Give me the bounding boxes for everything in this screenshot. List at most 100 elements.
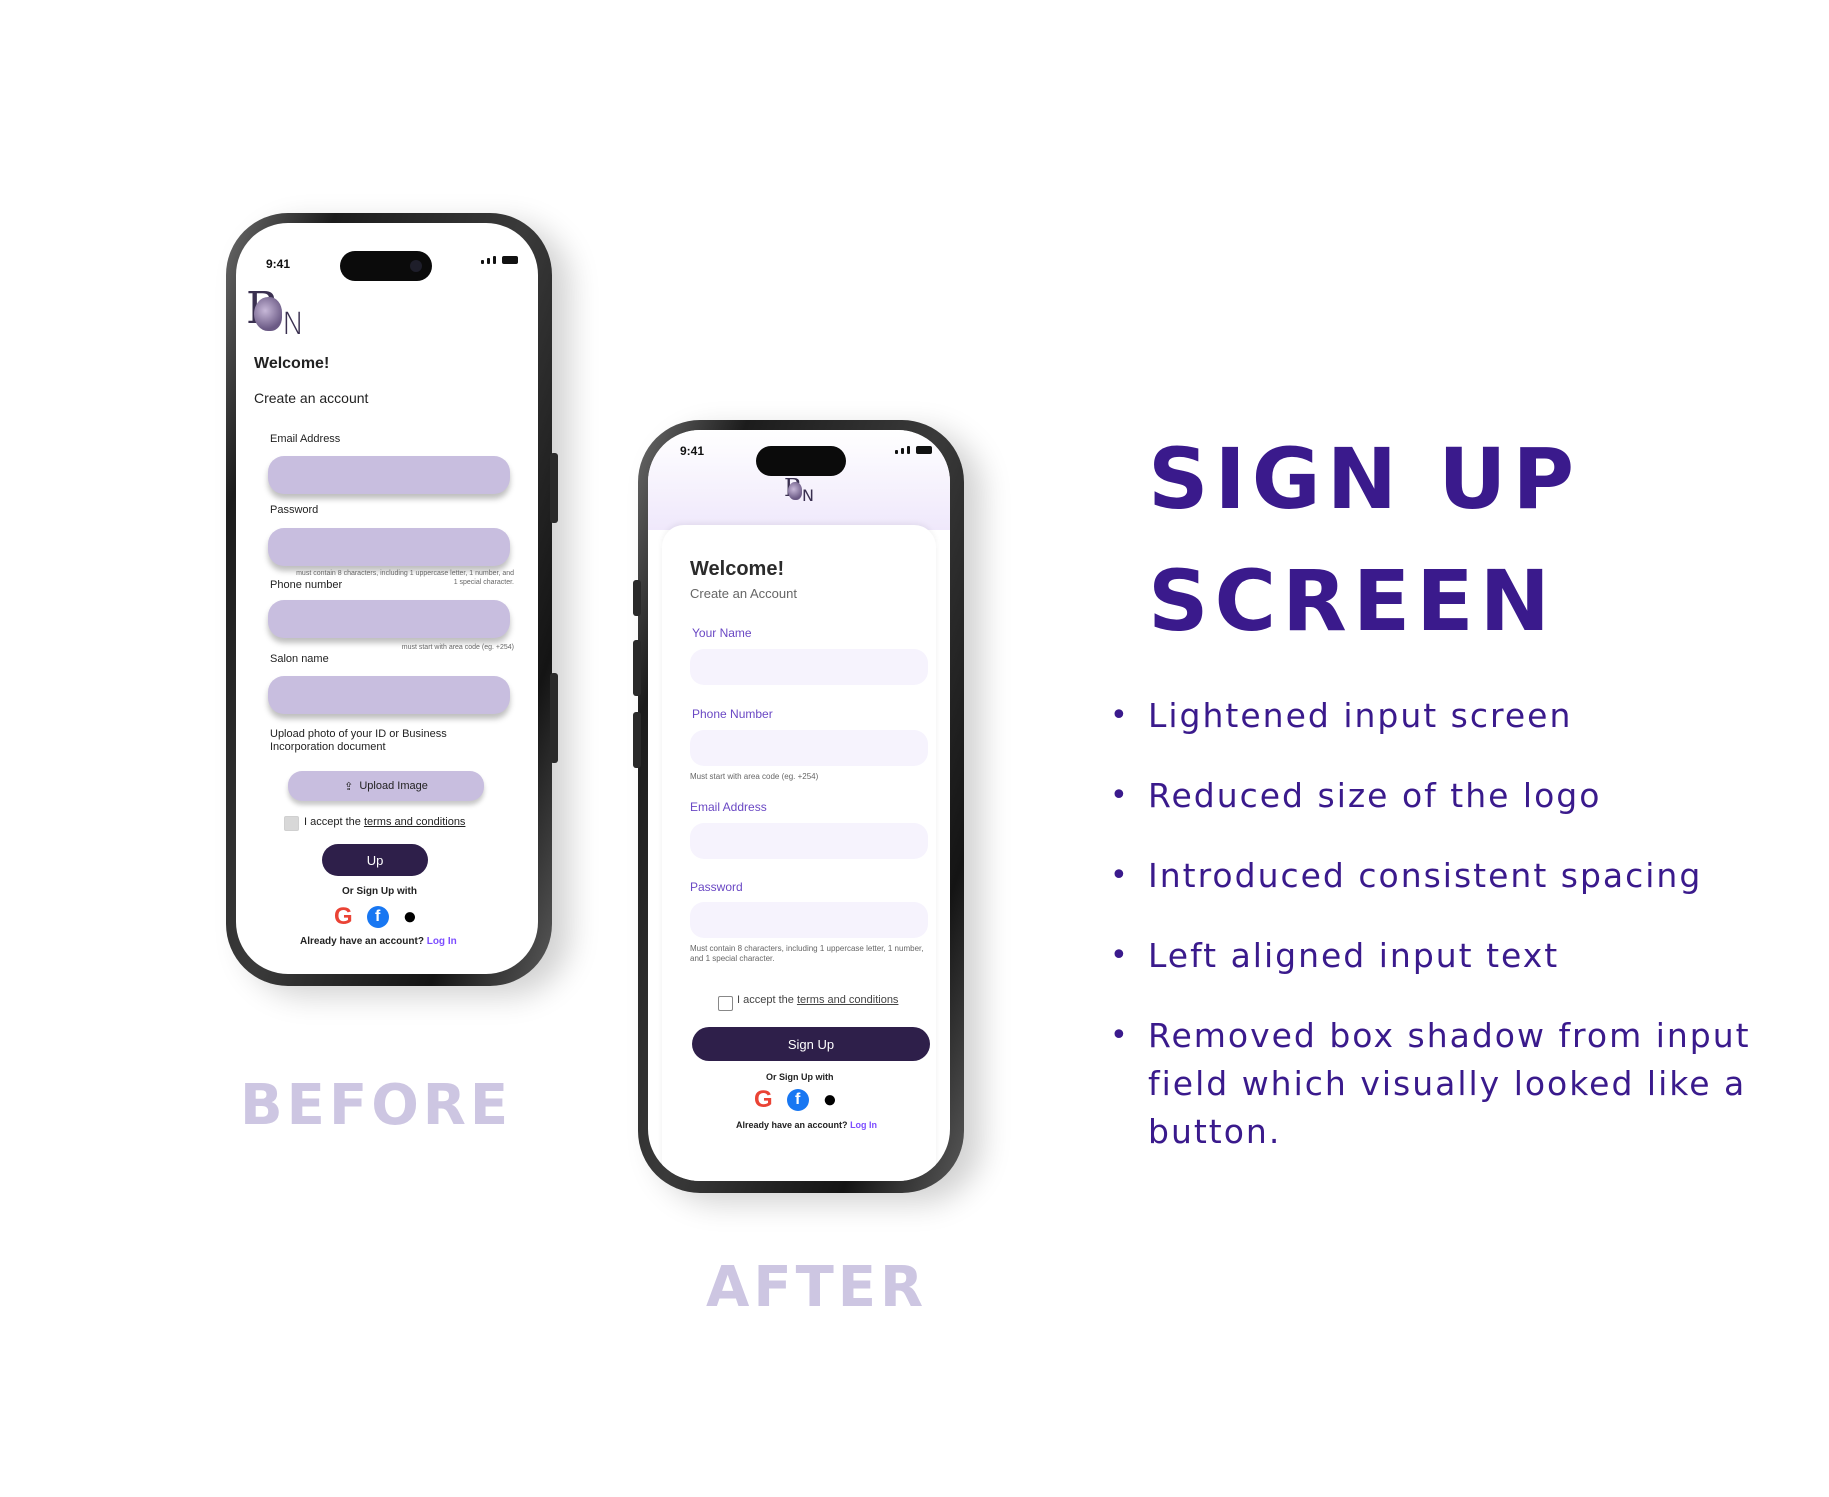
bullet-item: • Lightened input screen: [1110, 692, 1810, 740]
phone-label: Phone Number: [692, 707, 773, 721]
upload-icon: ⇪: [344, 780, 354, 793]
terms-link[interactable]: terms and conditions: [364, 816, 466, 828]
after-phone-screen: 9:41 B N Welcome! Create an Account Your…: [648, 430, 950, 1181]
signal-icon: [487, 258, 490, 264]
salon-label: Salon name: [270, 653, 329, 665]
create-account-subtitle: Create an account: [254, 390, 369, 406]
bullet-dot-icon: •: [1110, 698, 1130, 733]
terms-prefix: I accept the: [737, 994, 794, 1006]
upload-instructions: Upload photo of your ID or Business Inco…: [270, 728, 447, 753]
upload-button-label: Upload Image: [359, 780, 428, 792]
battery-icon: [502, 256, 518, 264]
or-sign-up-text: Or Sign Up with: [342, 886, 417, 897]
before-phone-frame: 9:41 B N Welcome! Create an account Emai…: [226, 213, 558, 986]
terms-text: I accept the terms and conditions: [737, 994, 898, 1006]
terms-link[interactable]: terms and conditions: [797, 994, 899, 1006]
bullet-text: Removed box shadow from input field whic…: [1148, 1016, 1751, 1151]
have-account-row: Already have an account? Log In: [300, 936, 457, 947]
status-icons: [481, 256, 518, 264]
status-time: 9:41: [266, 257, 291, 271]
facebook-icon[interactable]: f: [366, 906, 389, 928]
name-label: Your Name: [692, 626, 752, 640]
or-sign-up-text: Or Sign Up with: [766, 1072, 834, 1082]
bullet-item: • Removed box shadow from input field whi…: [1110, 1012, 1810, 1156]
status-icons: [895, 446, 932, 454]
logo-portrait: [254, 297, 282, 331]
bullet-text: Left aligned input text: [1148, 936, 1560, 975]
improvement-list: • Lightened input screen • Reduced size of…: [1110, 692, 1810, 1188]
salon-input[interactable]: [268, 676, 510, 714]
email-input[interactable]: [690, 823, 928, 859]
sign-up-button[interactable]: Sign Up: [692, 1027, 930, 1061]
sign-up-screen-heading: SIGN UP SCREEN: [1148, 418, 1580, 662]
bullet-text: Introduced consistent spacing: [1148, 856, 1703, 895]
after-caption: AFTER: [706, 1255, 928, 1320]
bullet-item: • Left aligned input text: [1110, 932, 1810, 980]
login-link[interactable]: Log In: [427, 936, 457, 947]
terms-checkbox[interactable]: [718, 996, 733, 1011]
before-caption: BEFORE: [240, 1073, 513, 1138]
bullet-dot-icon: •: [1110, 938, 1130, 973]
terms-prefix: I accept the: [304, 816, 361, 828]
phone-input[interactable]: [268, 600, 510, 638]
signal-icon: [895, 450, 898, 454]
side-button: [633, 712, 641, 768]
signal-icon: [481, 260, 484, 264]
create-account-subtitle: Create an Account: [690, 586, 797, 601]
email-label: Email Address: [690, 800, 767, 814]
apple-icon[interactable]: ●: [403, 903, 418, 931]
phone-hint: Must start with area code (eg. +254): [690, 772, 819, 781]
upload-image-button[interactable]: ⇪ Upload Image: [288, 771, 484, 801]
bullet-dot-icon: •: [1110, 778, 1130, 813]
name-input[interactable]: [690, 649, 928, 685]
password-label: Password: [690, 880, 743, 894]
social-login-row: G f ●: [334, 903, 417, 931]
email-label: Email Address: [270, 433, 341, 445]
logo-letter-n: N: [802, 486, 814, 505]
dynamic-island: [756, 446, 846, 476]
have-account-text: Already have an account?: [736, 1120, 848, 1130]
side-button: [550, 673, 558, 763]
password-input[interactable]: [268, 528, 510, 566]
logo-letter-n: N: [282, 307, 305, 342]
heading-line-2: SCREEN: [1148, 552, 1556, 650]
welcome-title: Welcome!: [690, 558, 785, 580]
bullet-text: Reduced size of the logo: [1148, 776, 1602, 815]
login-link[interactable]: Log In: [850, 1120, 877, 1130]
side-button: [550, 453, 558, 523]
before-phone-screen: 9:41 B N Welcome! Create an account Emai…: [236, 223, 538, 974]
battery-icon: [916, 446, 932, 454]
brand-logo: B N: [246, 283, 316, 343]
dynamic-island: [340, 251, 432, 281]
google-icon[interactable]: G: [334, 903, 353, 931]
google-icon[interactable]: G: [754, 1086, 773, 1114]
facebook-icon[interactable]: f: [786, 1089, 809, 1111]
have-account-text: Already have an account?: [300, 936, 424, 947]
social-login-row: G f ●: [754, 1086, 837, 1114]
bullet-text: Lightened input screen: [1148, 696, 1573, 735]
password-input[interactable]: [690, 902, 928, 938]
bullet-dot-icon: •: [1110, 1018, 1130, 1053]
after-phone-frame: 9:41 B N Welcome! Create an Account Your…: [633, 420, 964, 1193]
terms-checkbox[interactable]: [284, 816, 299, 831]
side-button: [633, 640, 641, 696]
have-account-row: Already have an account? Log In: [736, 1120, 877, 1130]
logo-portrait: [788, 482, 802, 500]
welcome-title: Welcome!: [254, 355, 330, 372]
bullet-dot-icon: •: [1110, 858, 1130, 893]
password-label: Password: [270, 504, 319, 516]
signal-icon: [901, 448, 904, 454]
email-input[interactable]: [268, 456, 510, 494]
signal-icon: [493, 256, 496, 264]
terms-text: I accept the terms and conditions: [304, 816, 465, 828]
signal-icon: [907, 446, 910, 454]
apple-icon[interactable]: ●: [823, 1086, 838, 1114]
side-button: [633, 580, 641, 616]
submit-button[interactable]: Up: [322, 844, 428, 876]
phone-hint: must start with area code (eg. +254): [401, 644, 514, 651]
status-time: 9:41: [680, 444, 705, 458]
bullet-item: • Reduced size of the logo: [1110, 772, 1810, 820]
bullet-item: • Introduced consistent spacing: [1110, 852, 1810, 900]
heading-line-1: SIGN UP: [1148, 430, 1581, 528]
phone-input[interactable]: [690, 730, 928, 766]
